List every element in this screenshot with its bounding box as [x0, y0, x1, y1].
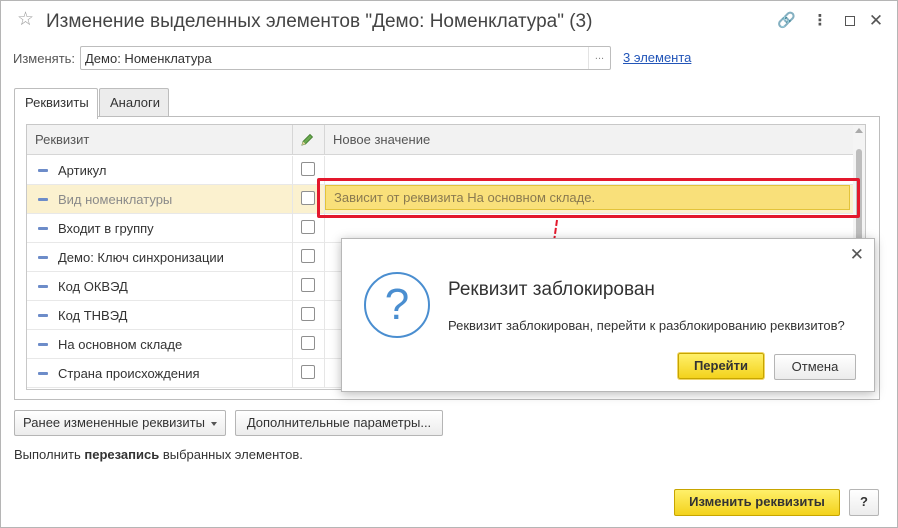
attribute-name: Страна происхождения: [58, 366, 200, 381]
run-description: Выполнить перезапись выбранных элементов…: [14, 447, 303, 462]
pencil-icon: [301, 133, 314, 146]
cancel-button[interactable]: Отмена: [774, 354, 856, 380]
change-checkbox[interactable]: [301, 249, 315, 263]
table-header: Реквизит Новое значение: [27, 125, 865, 155]
attribute-icon: [38, 372, 48, 375]
attribute-icon: [38, 256, 48, 259]
change-attributes-button[interactable]: Изменить реквизиты: [674, 489, 840, 516]
attribute-icon: [38, 169, 48, 172]
change-checkbox[interactable]: [301, 162, 315, 176]
attribute-name: Входит в группу: [58, 221, 154, 236]
change-checkbox[interactable]: [301, 220, 315, 234]
previous-attributes-label: Ранее измененные реквизиты: [23, 415, 205, 430]
tab-attributes[interactable]: Реквизиты: [14, 88, 98, 119]
attribute-icon: [38, 198, 48, 201]
column-header-attribute[interactable]: Реквизит: [35, 125, 89, 155]
window: ☆ Изменение выделенных элементов "Демо: …: [0, 0, 898, 528]
additional-parameters-button[interactable]: Дополнительные параметры...: [235, 410, 443, 436]
scroll-up-icon[interactable]: [855, 128, 863, 133]
attribute-name: Код ОКВЭД: [58, 279, 128, 294]
change-label: Изменять:: [13, 51, 76, 66]
more-menu-icon[interactable]: ⋮: [811, 12, 829, 30]
select-button[interactable]: ...: [588, 47, 610, 69]
maximize-icon[interactable]: [841, 12, 859, 30]
dialog-title: Реквизит заблокирован: [448, 279, 655, 300]
attribute-name: Вид номенклатуры: [58, 192, 173, 207]
run-mode-link[interactable]: перезапись: [84, 447, 159, 462]
attribute-icon: [38, 285, 48, 288]
tab-analogs[interactable]: Аналоги: [99, 88, 169, 117]
column-header-new-value[interactable]: Новое значение: [333, 125, 430, 155]
title-bar: ☆ Изменение выделенных элементов "Демо: …: [1, 1, 897, 41]
change-checkbox[interactable]: [301, 365, 315, 379]
dropdown-caret-icon: [210, 421, 217, 426]
attribute-icon: [38, 343, 48, 346]
change-checkbox[interactable]: [301, 336, 315, 350]
dialog-message: Реквизит заблокирован, перейти к разблок…: [448, 318, 845, 333]
question-icon: ?: [364, 272, 430, 338]
attribute-icon: [38, 227, 48, 230]
previous-attributes-button[interactable]: Ранее измененные реквизиты: [14, 410, 226, 436]
close-icon[interactable]: ✕: [867, 12, 885, 30]
highlight-frame: [317, 178, 860, 218]
change-object-value: Демо: Номенклатура: [85, 51, 212, 66]
help-button[interactable]: ?: [849, 489, 879, 516]
change-checkbox[interactable]: [301, 278, 315, 292]
favorite-star-icon[interactable]: ☆: [17, 10, 34, 29]
attribute-name: Артикул: [58, 163, 107, 178]
attribute-name: Код ТНВЭД: [58, 308, 128, 323]
attribute-icon: [38, 314, 48, 317]
window-title: Изменение выделенных элементов "Демо: Но…: [46, 11, 593, 32]
change-object-field[interactable]: Демо: Номенклатура ...: [80, 46, 611, 70]
attribute-name: На основном складе: [58, 337, 183, 352]
attribute-name: Демо: Ключ синхронизации: [58, 250, 224, 265]
change-checkbox[interactable]: [301, 191, 315, 205]
change-checkbox[interactable]: [301, 307, 315, 321]
go-button[interactable]: Перейти: [678, 353, 764, 379]
dialog-close-icon[interactable]: ✕: [850, 245, 864, 265]
locked-attribute-dialog: ✕ ? Реквизит заблокирован Реквизит забло…: [341, 238, 875, 392]
elements-count-link[interactable]: 3 элемента: [623, 50, 691, 65]
link-icon[interactable]: 🔗: [777, 12, 796, 30]
